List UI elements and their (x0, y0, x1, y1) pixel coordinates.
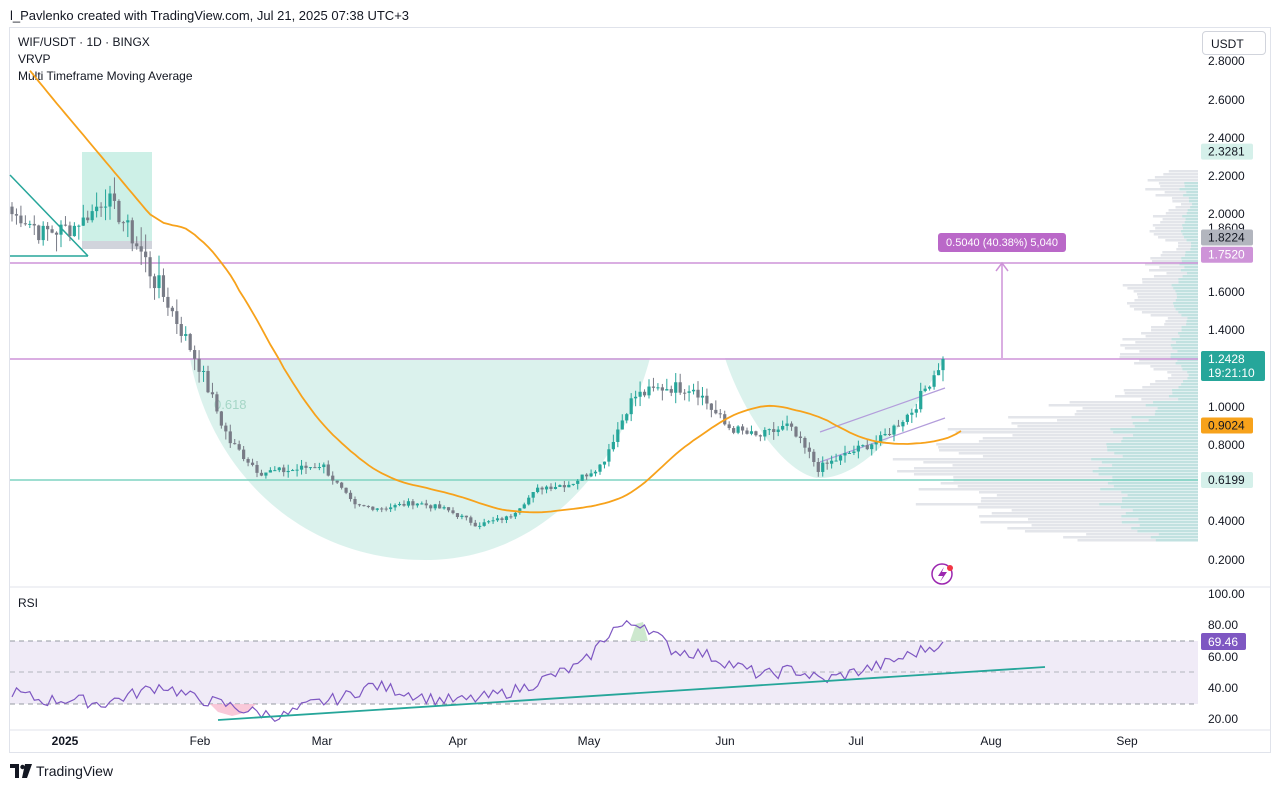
attribution-text: l_Pavlenko created with TradingView.com,… (10, 8, 410, 23)
legend-indicator-mtf-ma[interactable]: Multi Timeframe Moving Average (18, 69, 193, 83)
tradingview-footer[interactable]: TradingView (10, 763, 113, 779)
tradingview-logo-icon (10, 764, 32, 778)
footer-brand: TradingView (36, 763, 114, 779)
chart-frame (9, 27, 1271, 753)
rsi-pane-label[interactable]: RSI (18, 596, 38, 610)
legend-symbol[interactable]: WIF/USDT · 1D · BINGX (18, 35, 150, 49)
currency-button[interactable]: USDT (1202, 31, 1266, 55)
legend-indicator-vrvp[interactable]: VRVP (18, 52, 50, 66)
